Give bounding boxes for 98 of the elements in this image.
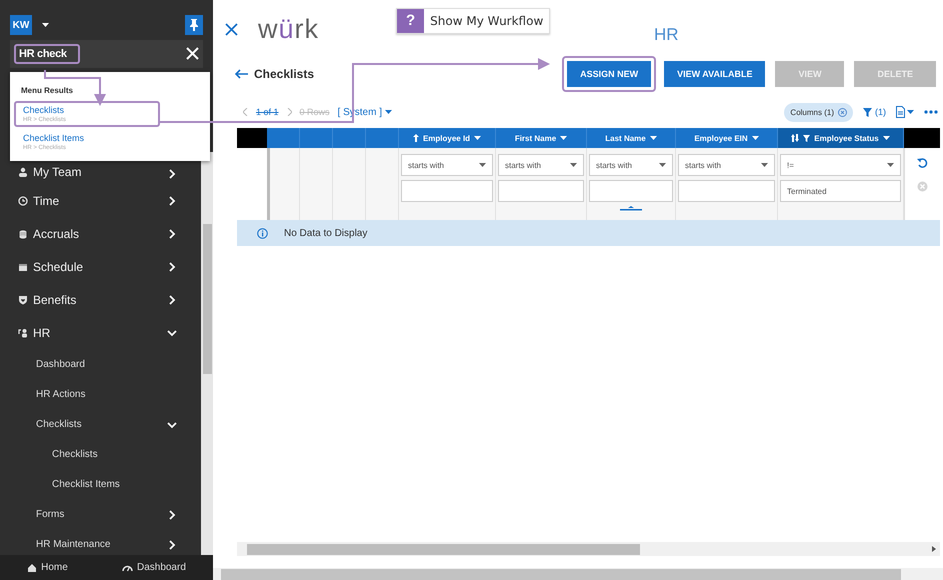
operator-dropdown[interactable]: != <box>780 154 901 176</box>
filter-input[interactable] <box>678 180 775 202</box>
heart-shield-icon <box>18 295 28 306</box>
close-button[interactable] <box>225 22 238 36</box>
horizontal-scrollbar[interactable] <box>237 542 940 556</box>
previous-icon[interactable] <box>243 108 248 116</box>
filter-input[interactable] <box>589 180 673 202</box>
caret-icon <box>42 23 49 27</box>
footer-link[interactable]: Home <box>21 561 74 574</box>
people-icon <box>18 166 28 177</box>
header-corner <box>237 128 267 148</box>
sidebar-item[interactable]: HR Maintenance <box>0 530 201 556</box>
sidebar-item[interactable]: Checklists <box>0 410 201 440</box>
page-scrollbar[interactable] <box>213 568 943 580</box>
footer-link[interactable]: Dashboard <box>116 561 192 574</box>
caret-icon <box>479 163 486 167</box>
close-icon <box>225 22 238 36</box>
scrollbar-thumb[interactable] <box>202 224 212 374</box>
filter-cell <box>267 148 300 220</box>
operator-dropdown[interactable]: starts with <box>401 154 493 176</box>
caret-icon <box>907 110 914 114</box>
filter-input[interactable] <box>498 180 584 202</box>
caret-icon <box>560 136 568 140</box>
sidebar-item[interactable]: Checklists <box>0 440 201 470</box>
column-header[interactable] <box>333 128 366 148</box>
filter-icon <box>803 134 810 142</box>
close-icon <box>186 47 199 60</box>
caret-icon <box>650 136 657 140</box>
sort-icon <box>791 134 800 142</box>
sort-up-icon <box>412 134 419 142</box>
columns-chip[interactable]: Columns (1) <box>784 102 853 122</box>
sidebar-item[interactable]: Checklist Items <box>0 470 201 500</box>
column-header[interactable] <box>267 128 300 148</box>
header-corner <box>904 128 940 148</box>
filter-cell <box>300 148 333 220</box>
collapse-handle-icon[interactable] <box>620 206 642 211</box>
empty-message: No Data to Display <box>284 228 368 238</box>
home-icon <box>27 562 38 573</box>
clear-search-button[interactable] <box>186 47 199 60</box>
clear-filters-icon[interactable] <box>917 181 928 192</box>
caret-icon <box>887 163 894 167</box>
operator-dropdown[interactable]: starts with <box>498 154 584 176</box>
pin-icon <box>189 19 199 31</box>
caret-icon <box>659 163 666 167</box>
person-swap-icon <box>18 328 28 338</box>
module-title: HR <box>654 25 679 45</box>
sidebar-item[interactable]: Forms <box>0 500 201 530</box>
operator-dropdown[interactable]: starts with <box>678 154 775 176</box>
column-header[interactable]: Employee Id <box>399 128 496 148</box>
next-icon[interactable] <box>286 108 292 116</box>
caret-icon <box>385 110 392 114</box>
filter-icon <box>863 108 872 116</box>
filter-cell <box>333 148 366 220</box>
more-icon[interactable] <box>924 110 938 114</box>
leader-line <box>44 70 106 106</box>
caret-icon <box>570 163 577 167</box>
page-indicator: 1 of 1 <box>256 107 279 117</box>
operator-dropdown[interactable]: starts with <box>589 154 673 176</box>
export-button[interactable] <box>896 106 914 118</box>
column-header[interactable]: Employee Status <box>778 128 904 148</box>
sidebar-item[interactable]: My Team <box>0 152 201 185</box>
document-icon <box>896 106 905 118</box>
logo: würk <box>258 14 320 44</box>
back-arrow-icon[interactable] <box>235 69 248 79</box>
column-header[interactable]: Employee EIN <box>676 128 778 148</box>
sidebar-item[interactable]: Time <box>0 184 201 218</box>
caret-icon <box>752 136 759 140</box>
sidebar-item[interactable]: Schedule <box>0 250 201 284</box>
page-title: Checklists <box>254 67 314 81</box>
caret-icon <box>474 136 482 140</box>
column-header[interactable] <box>300 128 333 148</box>
workflow-tip[interactable]: ? Show My Wurkflow <box>396 8 550 34</box>
row-count: 0 Rows <box>300 107 330 117</box>
action-button[interactable]: VIEW AVAILABLE <box>664 61 766 87</box>
column-header[interactable] <box>366 128 399 148</box>
reset-icon[interactable] <box>917 158 928 169</box>
user-avatar[interactable]: KW <box>10 15 32 35</box>
info-icon <box>257 228 268 238</box>
caret-icon <box>882 136 890 140</box>
sidebar-item[interactable]: Dashboard <box>0 350 201 380</box>
coins-icon <box>18 229 28 240</box>
results-heading: Menu Results <box>21 86 74 95</box>
clear-icon <box>838 108 847 116</box>
sidebar-item[interactable]: Benefits <box>0 284 201 317</box>
filter-button[interactable]: (1) <box>863 107 886 117</box>
clock-icon <box>18 196 28 206</box>
menu-search-field[interactable]: HR check <box>14 44 80 64</box>
filter-input[interactable] <box>401 180 493 202</box>
caret-icon <box>761 163 768 167</box>
column-header[interactable]: First Name <box>496 128 587 148</box>
sidebar-item[interactable]: HR Actions <box>0 380 201 410</box>
sidebar-item[interactable]: HR <box>0 316 201 350</box>
calendar-icon <box>18 262 28 272</box>
pin-button[interactable] <box>185 15 203 35</box>
column-header[interactable]: Last Name <box>587 128 676 148</box>
action-button[interactable]: ASSIGN NEW <box>567 61 652 87</box>
filter-input[interactable]: Terminated <box>780 180 901 202</box>
sidebar-item[interactable]: Accruals <box>0 218 201 251</box>
